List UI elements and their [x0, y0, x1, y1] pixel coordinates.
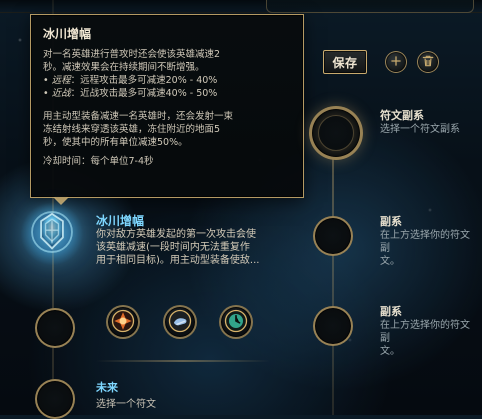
tooltip-line: 秒。减速效果会在持续期间不断增强。 — [43, 62, 205, 73]
tooltip-line: 冻结射线来穿透该英雄，冻住附近的地面5 — [43, 124, 221, 135]
secondary-title: 副系 — [380, 305, 402, 318]
secondary-title: 符文副系 — [380, 109, 424, 122]
bullet-label: 远程 — [51, 75, 71, 86]
secondary-subtitle: 在上方选择你的符文副 文。 — [380, 320, 470, 357]
secondary-subtitle: 选择一个符文副系 — [380, 124, 460, 135]
section-separator — [96, 360, 270, 362]
primary-slot-subtitle: 选择一个符文 — [96, 399, 156, 410]
tooltip-bullets: • 远程：远程攻击最多可减速20% - 40% • 近战：近战攻击最多可减速40… — [43, 74, 291, 100]
perfect-timing-icon — [222, 307, 250, 338]
save-button[interactable]: 保存 — [323, 50, 367, 74]
bullet-label: 近战 — [51, 88, 71, 99]
rune-slot[interactable] — [35, 308, 75, 348]
tooltip-line: 秒，使其中的所有单位减速50%。 — [43, 137, 188, 148]
rune-option-2[interactable] — [163, 305, 197, 339]
secondary-slot-2[interactable] — [313, 306, 353, 346]
keystone-name: 冰川增幅 — [96, 214, 145, 228]
secondary-subtitle: 在上方选择你的符文副 文。 — [380, 230, 470, 267]
top-frame — [266, 0, 474, 13]
secondary-title: 副系 — [380, 215, 402, 228]
bullet-text: ：近战攻击最多可减速40% - 50% — [70, 88, 218, 99]
rune-option-1[interactable] — [106, 305, 140, 339]
bullet-text: ：远程攻击最多可减速20% - 40% — [70, 75, 218, 86]
secondary-tree-slot[interactable] — [309, 106, 363, 160]
secondary-slot-1[interactable] — [313, 216, 353, 256]
rune-tooltip: 冰川增幅 对一名英雄进行普攻时还会使该英雄减速2 秒。减速效果会在持续期间不断增… — [30, 14, 304, 205]
glacial-augment-icon — [23, 203, 81, 265]
tooltip-title: 冰川增幅 — [43, 27, 92, 41]
delete-button[interactable] — [417, 51, 439, 73]
trash-icon — [421, 54, 435, 71]
magical-footwear-icon — [166, 307, 194, 338]
tooltip-line: 对一名英雄进行普攻时还会使该英雄减速2 — [43, 49, 221, 60]
keystone-description: 你对敌方英雄发起的第一次攻击会使 该英雄减速(一段时间内无法重复作 用于相同目标… — [96, 229, 260, 266]
rune-slot[interactable] — [35, 379, 75, 419]
hextech-flashtraption-icon — [109, 307, 137, 338]
tooltip-bullet: • 近战：近战攻击最多可减速40% - 50% — [43, 88, 218, 99]
keystone-rune[interactable] — [20, 202, 84, 266]
tooltip-gap — [43, 100, 291, 110]
tooltip-bullet: • 远程：远程攻击最多可减速20% - 40% — [43, 75, 218, 86]
primary-slot-title: 未来 — [96, 381, 118, 394]
rune-option-3[interactable] — [219, 305, 253, 339]
tooltip-cooldown: 冷却时间：每个单位7-4秒 — [43, 156, 154, 167]
plus-icon — [389, 54, 403, 71]
add-button[interactable] — [385, 51, 407, 73]
tooltip-line: 用主动型装备减速一名英雄时，还会发射一束 — [43, 111, 234, 122]
